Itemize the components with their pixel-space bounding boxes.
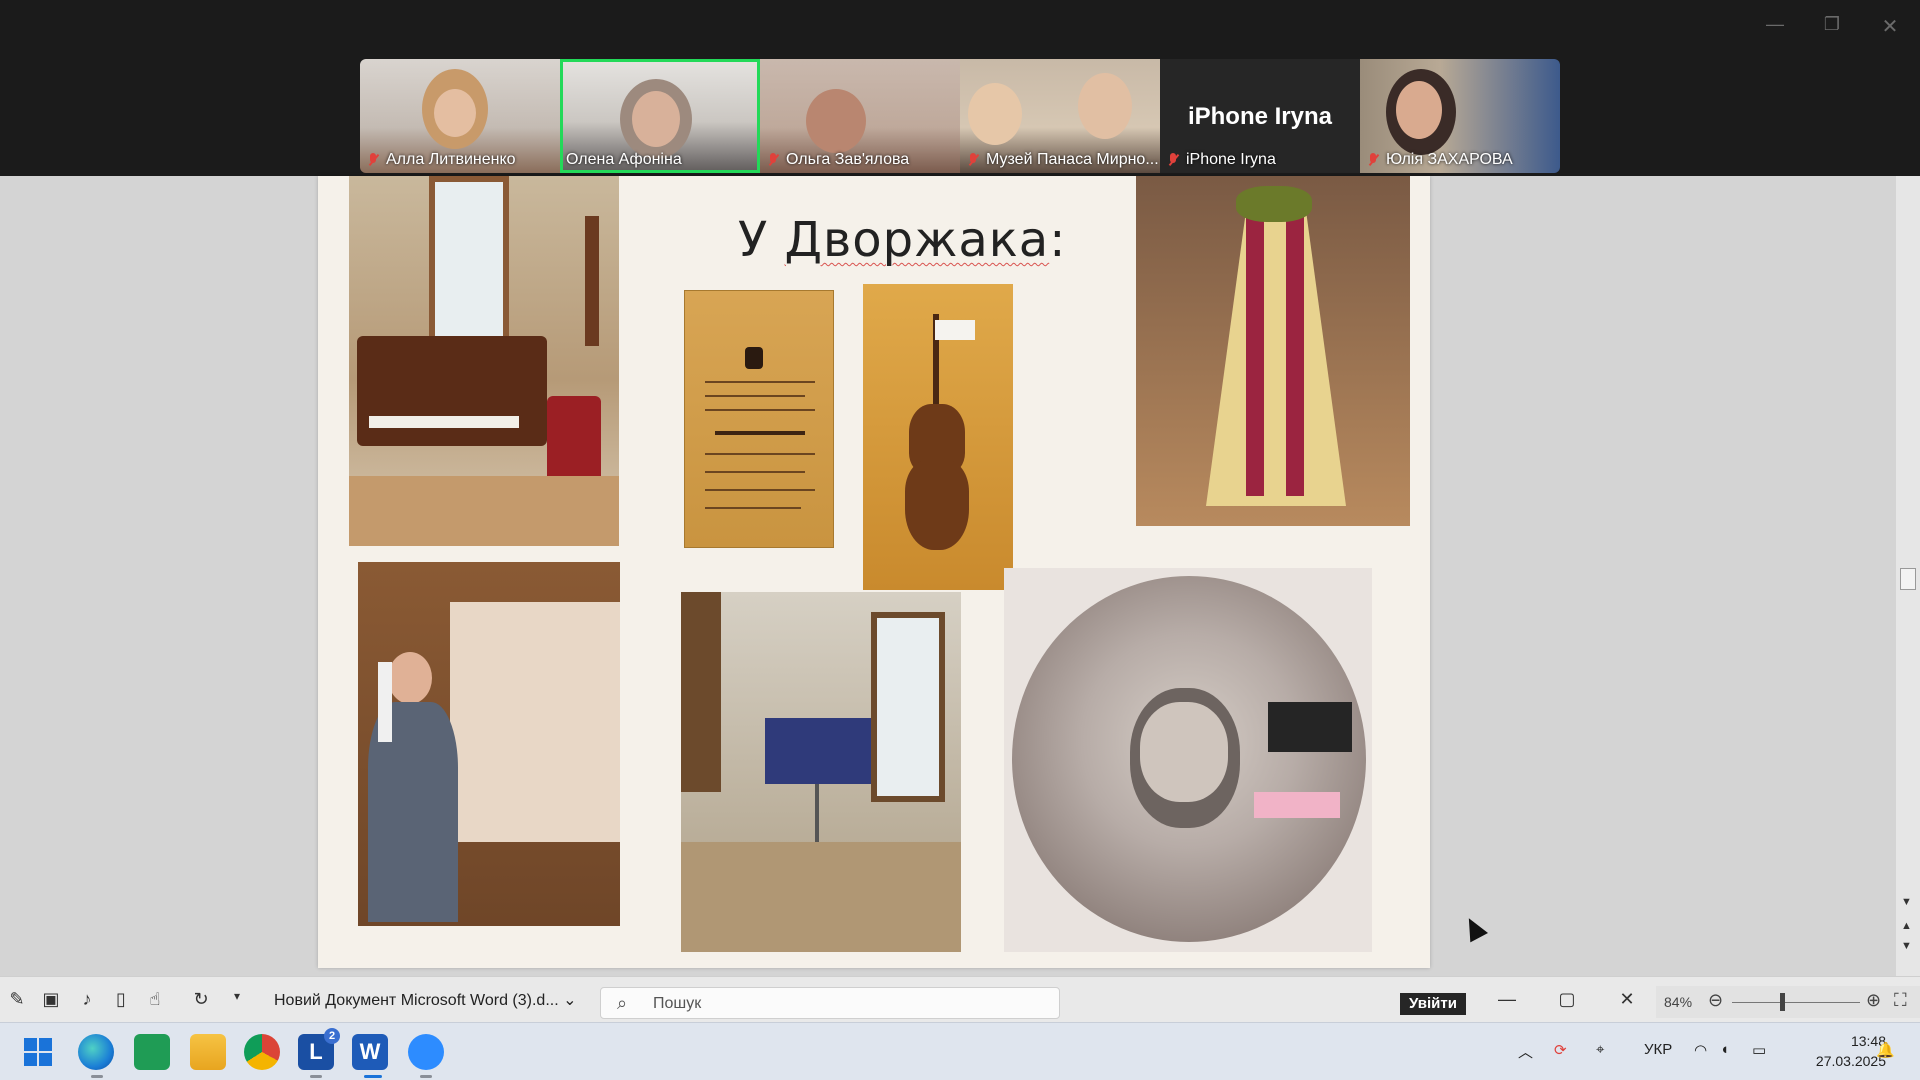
zoom-track[interactable] xyxy=(1732,1002,1860,1003)
zoom-slider-thumb[interactable] xyxy=(1780,993,1785,1011)
document-name-dropdown[interactable]: Новий Документ Microsoft Word (3).d... ⌄ xyxy=(274,990,577,1010)
participant-placeholder-label: iPhone Iryna xyxy=(1187,103,1333,130)
zoom-level-label[interactable]: 84% xyxy=(1664,994,1692,1010)
zoom-out-icon[interactable]: ⊖ xyxy=(1708,990,1723,1011)
wifi-icon[interactable]: ◠ xyxy=(1694,1041,1707,1059)
draw-pen-icon[interactable]: ✎ xyxy=(4,989,30,1011)
sign-in-button[interactable]: Увійти xyxy=(1400,993,1466,1015)
participant-name: iPhone Iryna xyxy=(1186,151,1276,168)
zoom-in-icon[interactable]: ⊕ xyxy=(1866,990,1881,1011)
document-heading[interactable]: У Дворжака: xyxy=(738,212,1066,268)
document-page[interactable]: У Дворжака: xyxy=(318,176,1430,968)
word-maximize-button[interactable]: ▢ xyxy=(1552,989,1582,1013)
read-aloud-icon[interactable]: ♪ xyxy=(74,989,100,1011)
fit-page-icon[interactable]: ⛶ xyxy=(1894,990,1907,1011)
participant-face xyxy=(1078,73,1132,139)
next-page-icon[interactable]: ▼ xyxy=(1901,940,1912,952)
word-title-bar: ✎ ▣ ♪ ▯ ☝ ↻ ▾ Новий Документ Microsoft W… xyxy=(0,976,1920,1022)
start-icon[interactable] xyxy=(20,1034,56,1070)
redo-icon[interactable]: ↻ xyxy=(188,989,214,1011)
notification-badge: 2 xyxy=(324,1028,340,1044)
running-indicator xyxy=(420,1075,432,1078)
sync-icon[interactable]: ⟳ xyxy=(1554,1041,1567,1059)
participant-tile-active[interactable]: Олена Афоніна xyxy=(560,59,760,173)
participant-tile[interactable]: Музей Панаса Мирно... xyxy=(960,59,1160,173)
zoom-close-button[interactable]: ✕ xyxy=(1870,14,1910,38)
photo-piano-room xyxy=(349,176,619,546)
participant-video xyxy=(806,89,866,153)
zoom-slider-control: 84% ⊖ ⊕ ⛶ xyxy=(1656,986,1920,1018)
mic-muted-icon xyxy=(966,152,980,168)
word-app-icon[interactable]: W xyxy=(352,1034,388,1070)
document-vertical-scrollbar[interactable]: ▼ ▲ ▼ xyxy=(1896,176,1920,976)
participant-face xyxy=(968,83,1022,145)
participant-strip: Алла Литвиненко Олена Афоніна Ольга Зав'… xyxy=(360,59,1560,173)
clock-time: 13:48 xyxy=(1850,1033,1886,1049)
zoom-app-icon[interactable] xyxy=(408,1034,444,1070)
heading-word-spellcheck: Дворжака xyxy=(784,212,1050,268)
scrollbar-thumb[interactable] xyxy=(1900,568,1916,590)
active-app-indicator xyxy=(364,1075,382,1078)
mic-muted-icon xyxy=(766,152,780,168)
mic-muted-icon xyxy=(1366,152,1380,168)
participant-name: Алла Литвиненко xyxy=(386,151,516,168)
chevron-down-icon: ⌄ xyxy=(563,992,577,1009)
participant-face xyxy=(1396,81,1442,139)
participant-tile[interactable]: iPhone Iryna iPhone Iryna xyxy=(1160,59,1360,173)
previous-page-icon[interactable]: ▲ xyxy=(1901,920,1912,932)
system-clock[interactable]: 13:48 27.03.2025 xyxy=(1796,1031,1886,1071)
file-explorer-icon[interactable] xyxy=(190,1034,226,1070)
new-document-icon[interactable]: ▯ xyxy=(108,989,134,1011)
participant-face xyxy=(632,91,680,147)
clock-date: 27.03.2025 xyxy=(1815,1053,1886,1069)
running-indicator xyxy=(91,1075,103,1078)
input-language[interactable]: УКР xyxy=(1644,1041,1672,1058)
heading-prefix: У xyxy=(738,212,785,268)
participant-name: Олена Афоніна xyxy=(566,151,682,168)
save-icon[interactable]: ▣ xyxy=(38,989,64,1011)
word-close-button[interactable]: ✕ xyxy=(1612,989,1642,1013)
l-app-icon[interactable]: L2 xyxy=(298,1028,340,1070)
participant-face xyxy=(434,89,476,137)
document-canvas[interactable]: У Дворжака: ▼ ▲ ▼ xyxy=(0,176,1920,976)
search-placeholder: Пошук xyxy=(653,995,702,1012)
running-indicator xyxy=(310,1075,322,1078)
chrome-browser-icon[interactable] xyxy=(244,1034,280,1070)
search-icon: ⌕ xyxy=(617,993,628,1013)
photo-dvorak-timeline xyxy=(1004,568,1372,952)
mic-muted-icon xyxy=(1166,152,1180,168)
zoom-minimize-button[interactable]: — xyxy=(1755,14,1795,38)
zoom-restore-button[interactable]: ❐ xyxy=(1812,14,1852,38)
edge-browser-icon[interactable] xyxy=(78,1034,114,1070)
notifications-bell-icon[interactable]: 🔔 xyxy=(1876,1041,1895,1059)
participant-name: Ольга Зав'ялова xyxy=(786,151,910,168)
customize-toolbar-icon[interactable]: ▾ xyxy=(224,989,250,1011)
photo-robe-display xyxy=(1136,176,1410,526)
search-box[interactable]: ⌕ Пошук xyxy=(600,987,1060,1019)
volume-icon[interactable]: ◖ xyxy=(1720,1041,1729,1058)
photo-travel-passport xyxy=(684,290,834,548)
show-hidden-icons-chevron-icon[interactable]: ︿ xyxy=(1518,1041,1533,1062)
scroll-down-arrow-icon[interactable]: ▼ xyxy=(1901,896,1912,908)
location-icon[interactable]: ⌖ xyxy=(1596,1041,1604,1058)
photo-room-with-screen xyxy=(681,592,961,952)
touch-mode-icon[interactable]: ☝ xyxy=(142,989,168,1011)
classroom-app-icon[interactable] xyxy=(134,1034,170,1070)
participant-tile[interactable]: Юлія ЗАХАРОВА xyxy=(1360,59,1560,173)
photo-exhibit-visitor xyxy=(358,562,620,926)
participant-tile[interactable]: Алла Литвиненко xyxy=(360,59,560,173)
participant-tile[interactable]: Ольга Зав'ялова xyxy=(760,59,960,173)
battery-icon[interactable]: ▭ xyxy=(1752,1041,1766,1059)
photo-violin xyxy=(863,284,1013,590)
windows-taskbar: L2 W ︿ ⟳ ⌖ УКР ◠ ◖ ▭ 13:48 27.03.2025 🔔 xyxy=(0,1022,1920,1080)
word-minimize-button[interactable]: — xyxy=(1492,989,1522,1013)
participant-name: Музей Панаса Мирно... xyxy=(986,151,1159,168)
heading-suffix: : xyxy=(1049,212,1067,268)
participant-name: Юлія ЗАХАРОВА xyxy=(1386,151,1513,168)
mic-muted-icon xyxy=(366,152,380,168)
zoom-meeting-header: — ❐ ✕ Алла Литвиненко Олена Афоніна Ольг… xyxy=(0,0,1920,176)
